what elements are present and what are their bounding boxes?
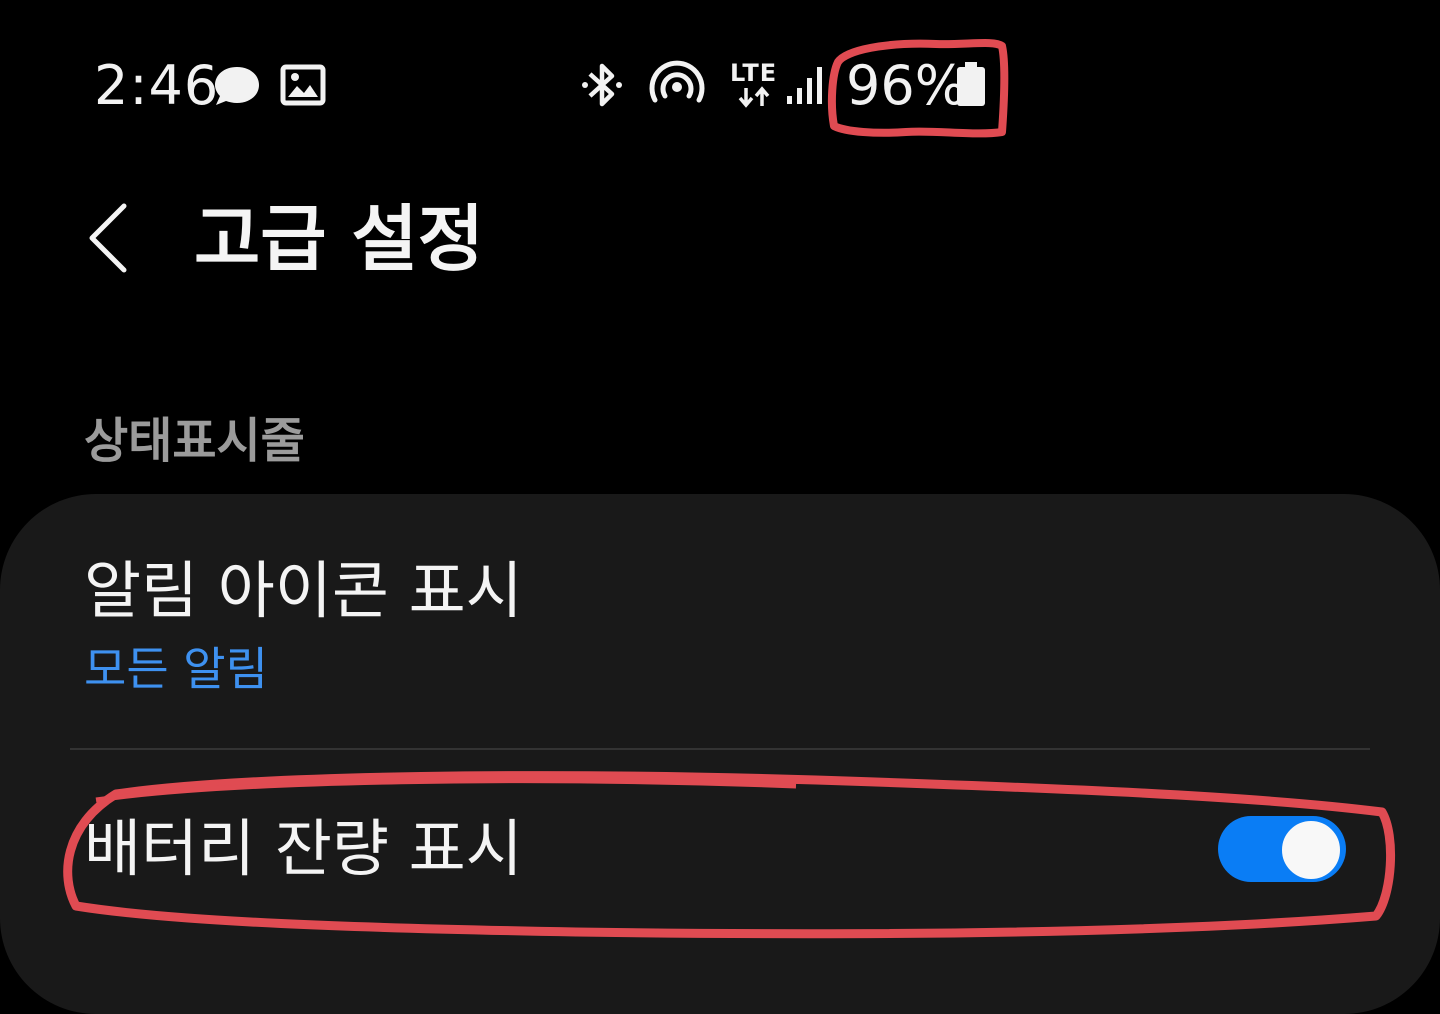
- status-time: 2:46: [94, 54, 220, 117]
- notification-icons-value: 모든 알림: [84, 642, 268, 696]
- notification-icons-setting[interactable]: 알림 아이콘 표시 모든 알림: [0, 540, 1440, 740]
- chat-bubble-icon: [215, 67, 259, 105]
- image-icon: [280, 64, 326, 106]
- back-arrow-icon[interactable]: [84, 202, 134, 274]
- section-header: 상태표시줄: [84, 413, 305, 469]
- divider: [70, 748, 1370, 750]
- battery-icon: [957, 62, 985, 106]
- lte-label: LTE: [730, 59, 778, 87]
- bluetooth-icon: [582, 63, 622, 107]
- battery-percent: 96%: [846, 54, 967, 117]
- page-title: 고급 설정: [194, 197, 485, 281]
- hotspot-icon: [649, 60, 705, 103]
- battery-percentage-toggle[interactable]: [1218, 816, 1346, 882]
- battery-percentage-title: 배터리 잔량 표시: [84, 812, 523, 885]
- toggle-knob: [1280, 819, 1342, 881]
- data-arrows-icon: [738, 86, 770, 108]
- signal-icon: [787, 67, 822, 104]
- notification-icons-title: 알림 아이콘 표시: [84, 554, 523, 627]
